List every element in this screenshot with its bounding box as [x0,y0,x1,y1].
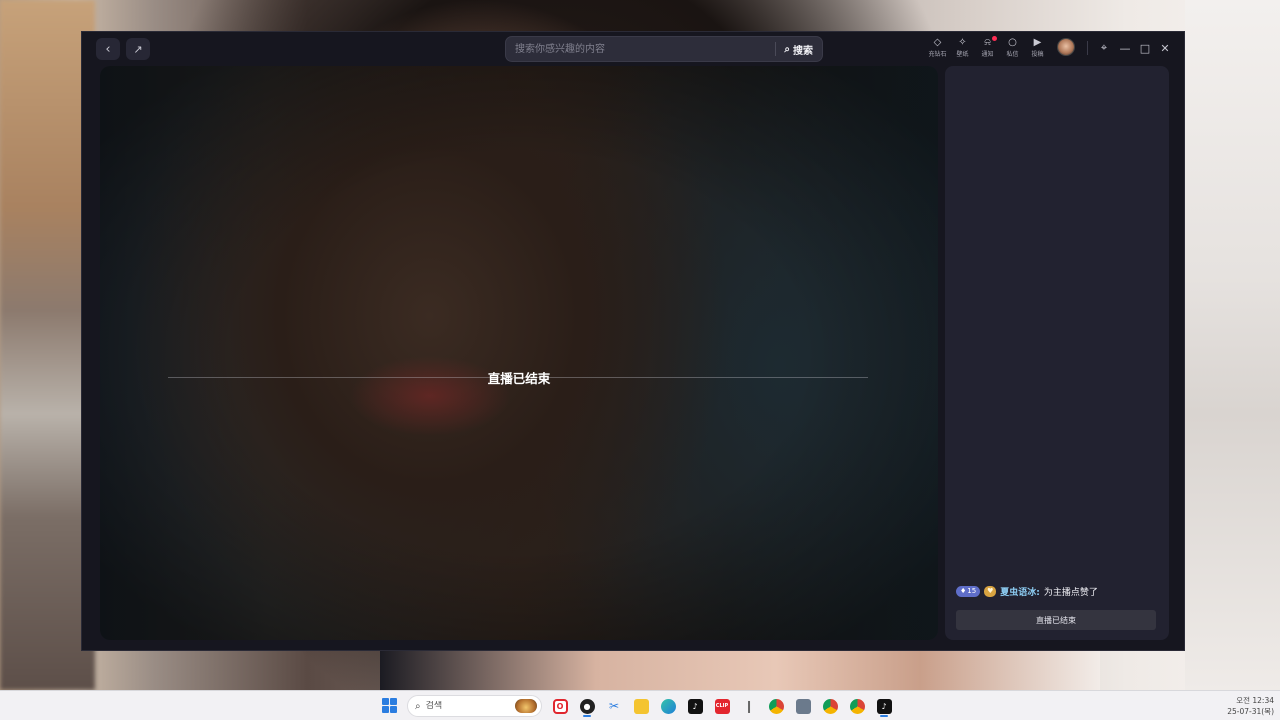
douyin-app-window: ‹ ↗ ⌕ 搜索 ◇ 充钻石 ✧ 壁纸 ⍾ 通知 [81,31,1185,651]
chat-bubble-icon: ○ [1008,37,1017,48]
search-button-label: 搜索 [793,45,813,57]
edge-icon [660,698,676,714]
scissors-icon: ✂ [608,699,620,713]
bell-icon: ⍾ [984,37,991,48]
chat-ended-bar: 直播已结束 [956,610,1156,630]
pin-icon: ⌖ [1100,41,1108,54]
user-level-badge: ♦ 15 [956,585,981,597]
level-icon: ♦ [960,587,967,595]
start-tile-icon [382,706,389,713]
taskbar-app-opera[interactable]: O [548,695,572,717]
upload-label: 投稿 [1031,51,1044,58]
taskbar-apps: O ● ✂ ♪ CLIP ❙ ♪ [548,695,896,717]
start-button[interactable] [382,698,398,714]
search-icon: ⌕ [415,700,421,712]
microphone-icon: ❙ [743,699,755,713]
taskbar-app-tiktok[interactable]: ♪ [683,695,707,717]
chat-username-text: 夏虫语冰 [1000,587,1037,598]
taskbar-clock[interactable]: 오전 12:34 25-07-31(목) [1212,695,1274,717]
chat-username[interactable]: 夏虫语冰: [1000,585,1040,598]
search-button[interactable]: ⌕ 搜索 [776,42,822,57]
opera-icon: O [552,698,568,714]
taskbar-search-input[interactable] [425,701,496,711]
recharge-diamond-label: 充钻石 [928,51,947,58]
taskbar-app-chrome-1[interactable] [764,695,788,717]
calculator-icon [795,698,811,714]
notification-label: 通知 [981,51,994,58]
share-button[interactable]: ↗ [126,38,150,60]
chat-message-text: 为主播点赞了 [1043,587,1098,598]
clock-date: 25-07-31(목) [1227,707,1274,716]
taskbar-app-chrome-3[interactable] [845,695,869,717]
taskbar-app-calculator[interactable] [791,695,815,717]
notification-dot [992,36,997,41]
taskbar-app-snipping-tool[interactable]: ✂ [602,695,626,717]
fan-club-badge-icon: ♥ [984,585,997,597]
douyin-icon: ♪ [876,698,892,714]
user-avatar[interactable] [1057,38,1075,56]
message-button[interactable]: ○ 私信 [1000,36,1025,64]
pin-button[interactable]: ⌖ [1096,39,1112,57]
chrome-profile-icon [822,698,838,714]
taskbar-app-clip[interactable]: CLIP [710,695,734,717]
start-tile-icon [390,706,397,713]
taskbar-app-douyin[interactable]: ♪ [872,695,896,717]
taskbar-app-file-explorer[interactable] [629,695,653,717]
upload-icon: ▶ [1033,37,1042,48]
top-actions: ◇ 充钻石 ✧ 壁纸 ⍾ 通知 ○ 私信 ▶ 投稿 [925,36,1050,64]
title-divider [1087,41,1088,55]
minimize-icon: — [1119,41,1131,55]
clock-time: 오전 12:34 [1236,696,1274,705]
folder-icon [633,698,649,714]
chat-panel: ♦ 15 ♥ 夏虫语冰: 为主播点赞了 直播已结束 [945,66,1169,640]
taskbar-app-chrome-2[interactable] [818,695,842,717]
share-icon: ↗ [133,42,143,56]
search-icon: ⌕ [784,43,790,55]
search-highlight-icon [515,699,537,713]
windows-taskbar: ⌕ O ● ✂ ♪ CLIP ❙ [0,690,1280,720]
upload-button[interactable]: ▶ 投稿 [1025,36,1050,64]
wallpaper-icon: ✧ [958,37,967,48]
message-label: 私信 [1006,51,1019,58]
game-app-icon: ● [579,698,595,714]
start-tile-icon [390,698,397,705]
wallpaper-button[interactable]: ✧ 壁纸 [950,36,975,64]
live-ended-text: 直播已结束 [487,371,551,386]
taskbar-app-microphone[interactable]: ❙ [737,695,761,717]
maximize-button[interactable]: □ [1137,39,1153,57]
taskbar-app-edge[interactable] [656,695,680,717]
background-hand [380,650,1100,690]
live-video-player[interactable]: 直播已结束 [100,66,938,640]
search-input[interactable] [506,37,776,61]
close-icon: ✕ [1160,41,1170,55]
minimize-button[interactable]: — [1117,39,1133,57]
taskbar-search[interactable]: ⌕ [407,695,542,717]
user-level-value: 15 [967,587,977,595]
background-window-light [1185,0,1280,690]
player-vignette [100,66,938,640]
clip-icon: CLIP [714,698,730,714]
back-button[interactable]: ‹ [96,38,120,60]
chat-message: ♦ 15 ♥ 夏虫语冰: 为主播点赞了 [956,584,1098,598]
search-box: ⌕ 搜索 [505,36,823,62]
maximize-icon: □ [1139,41,1151,55]
chrome-icon [768,698,784,714]
chrome-profile-icon [849,698,865,714]
tiktok-icon: ♪ [687,698,703,714]
taskbar-app-game[interactable]: ● [575,695,599,717]
chevron-left-icon: ‹ [105,41,111,57]
close-button[interactable]: ✕ [1157,39,1173,57]
wallpaper-label: 壁纸 [956,51,969,58]
recharge-diamond-button[interactable]: ◇ 充钻石 [925,36,950,64]
start-tile-icon [382,698,389,705]
diamond-icon: ◇ [933,37,942,48]
notification-button[interactable]: ⍾ 通知 [975,36,1000,64]
title-bar: ‹ ↗ ⌕ 搜索 ◇ 充钻石 ✧ 壁纸 ⍾ 通知 [82,32,1184,66]
